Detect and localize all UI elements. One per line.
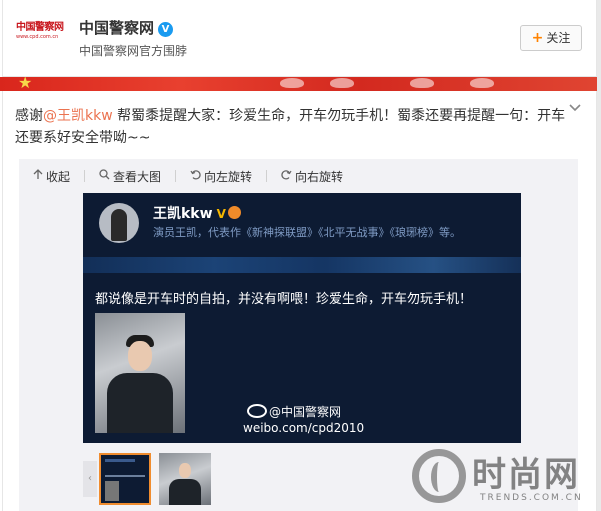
rotate-left-button[interactable]: 向左旋转	[190, 168, 268, 185]
embedded-user-name-text: 王凯kkw	[153, 206, 213, 222]
embedded-post-text: 都说像是开车时的自拍，并没有啊喂！珍爱生命，开车勿玩手机！	[95, 292, 473, 307]
post-text-prefix: 感谢	[15, 108, 43, 124]
watermark-url: weibo.com/cpd2010	[243, 421, 365, 435]
dove-icon	[280, 78, 304, 88]
toolbar-divider	[84, 170, 86, 182]
star-icon: ★	[18, 77, 33, 91]
photo-face	[128, 341, 152, 371]
site-logo-icon	[412, 449, 466, 503]
rotate-left-icon	[190, 169, 201, 183]
thumbnail[interactable]	[159, 453, 211, 505]
watermark-text: @中国警察网	[269, 405, 342, 419]
thumb-mini-text	[105, 475, 145, 477]
avatar	[99, 203, 139, 243]
toolbar-divider	[266, 170, 268, 182]
weibo-icon	[247, 404, 267, 418]
cover-band	[83, 257, 521, 273]
logo-text: 中国警察网	[16, 22, 64, 33]
mention-link[interactable]: @王凯kkw	[43, 108, 113, 124]
account-logo[interactable]: 中国警察网 www.cpd.com.cn	[16, 22, 70, 54]
follow-label: 关注	[546, 31, 571, 45]
weibo-watermark: @中国警察网	[247, 403, 341, 420]
site-name: 时尚网	[472, 455, 580, 495]
dove-icon	[410, 78, 434, 88]
toolbar-divider	[175, 170, 177, 182]
embedded-user-name: 王凯kkw V	[153, 203, 241, 223]
dove-icon	[330, 78, 354, 88]
verified-icon: V	[158, 22, 174, 37]
site-watermark: 时尚网 TRENDS.COM.CN	[412, 447, 597, 511]
embedded-user-description: 演员王凯，代表作《新神探联盟》《北平无战事》《琅琊榜》等。	[153, 226, 461, 239]
verified-icon: V	[216, 207, 226, 221]
account-name-text: 中国警察网	[79, 19, 155, 37]
rotate-right-icon	[281, 169, 292, 183]
thumb-mini-photo	[105, 481, 119, 501]
logo-subtext: www.cpd.com.cn	[16, 34, 59, 40]
account-header: 中国警察网 www.cpd.com.cn 中国警察网 V 中国警察网官方围脖 + 关…	[2, 0, 597, 77]
selfie-photo	[95, 313, 185, 433]
search-icon	[99, 169, 110, 183]
thumbnail-selected[interactable]	[99, 453, 151, 505]
rotate-right-button[interactable]: 向右旋转	[281, 168, 343, 185]
thumb-face	[179, 463, 191, 478]
medal-icon	[227, 206, 241, 219]
post-text: 感谢@王凯kkw 帮蜀黍提醒大家：珍爱生命，开车勿玩手机！蜀黍还要再提醒一句：开…	[15, 105, 567, 149]
photo-jacket	[107, 373, 173, 433]
decorative-banner: ★	[0, 77, 601, 91]
rotate-right-label: 向右旋转	[295, 169, 344, 184]
embedded-screenshot[interactable]: 王凯kkw V 演员王凯，代表作《新神探联盟》《北平无战事》《琅琊榜》等。 都说像…	[83, 193, 521, 443]
account-name[interactable]: 中国警察网 V	[79, 17, 174, 38]
view-large-button[interactable]: 查看大图	[99, 168, 177, 185]
thumb-mini-header	[105, 459, 135, 462]
scrollbar[interactable]	[597, 0, 601, 511]
avatar-figure	[111, 209, 127, 241]
site-url: TRENDS.COM.CN	[480, 493, 583, 503]
account-description: 中国警察网官方围脖	[79, 44, 188, 58]
thumb-body	[169, 479, 201, 505]
media-toolbar: 收起 查看大图 向左旋转 向右旋转	[33, 167, 343, 185]
follow-button[interactable]: + 关注	[520, 25, 582, 51]
view-large-label: 查看大图	[113, 169, 162, 184]
site-logo-inner	[431, 462, 447, 492]
plus-icon: +	[531, 30, 544, 46]
collapse-arrow-icon	[33, 169, 43, 183]
dove-icon	[470, 78, 494, 88]
thumb-prev-button[interactable]: ‹	[83, 461, 97, 497]
collapse-label: 收起	[46, 169, 71, 184]
collapse-button[interactable]: 收起	[33, 168, 86, 185]
chevron-down-icon[interactable]	[568, 101, 582, 115]
rotate-left-label: 向左旋转	[204, 169, 253, 184]
